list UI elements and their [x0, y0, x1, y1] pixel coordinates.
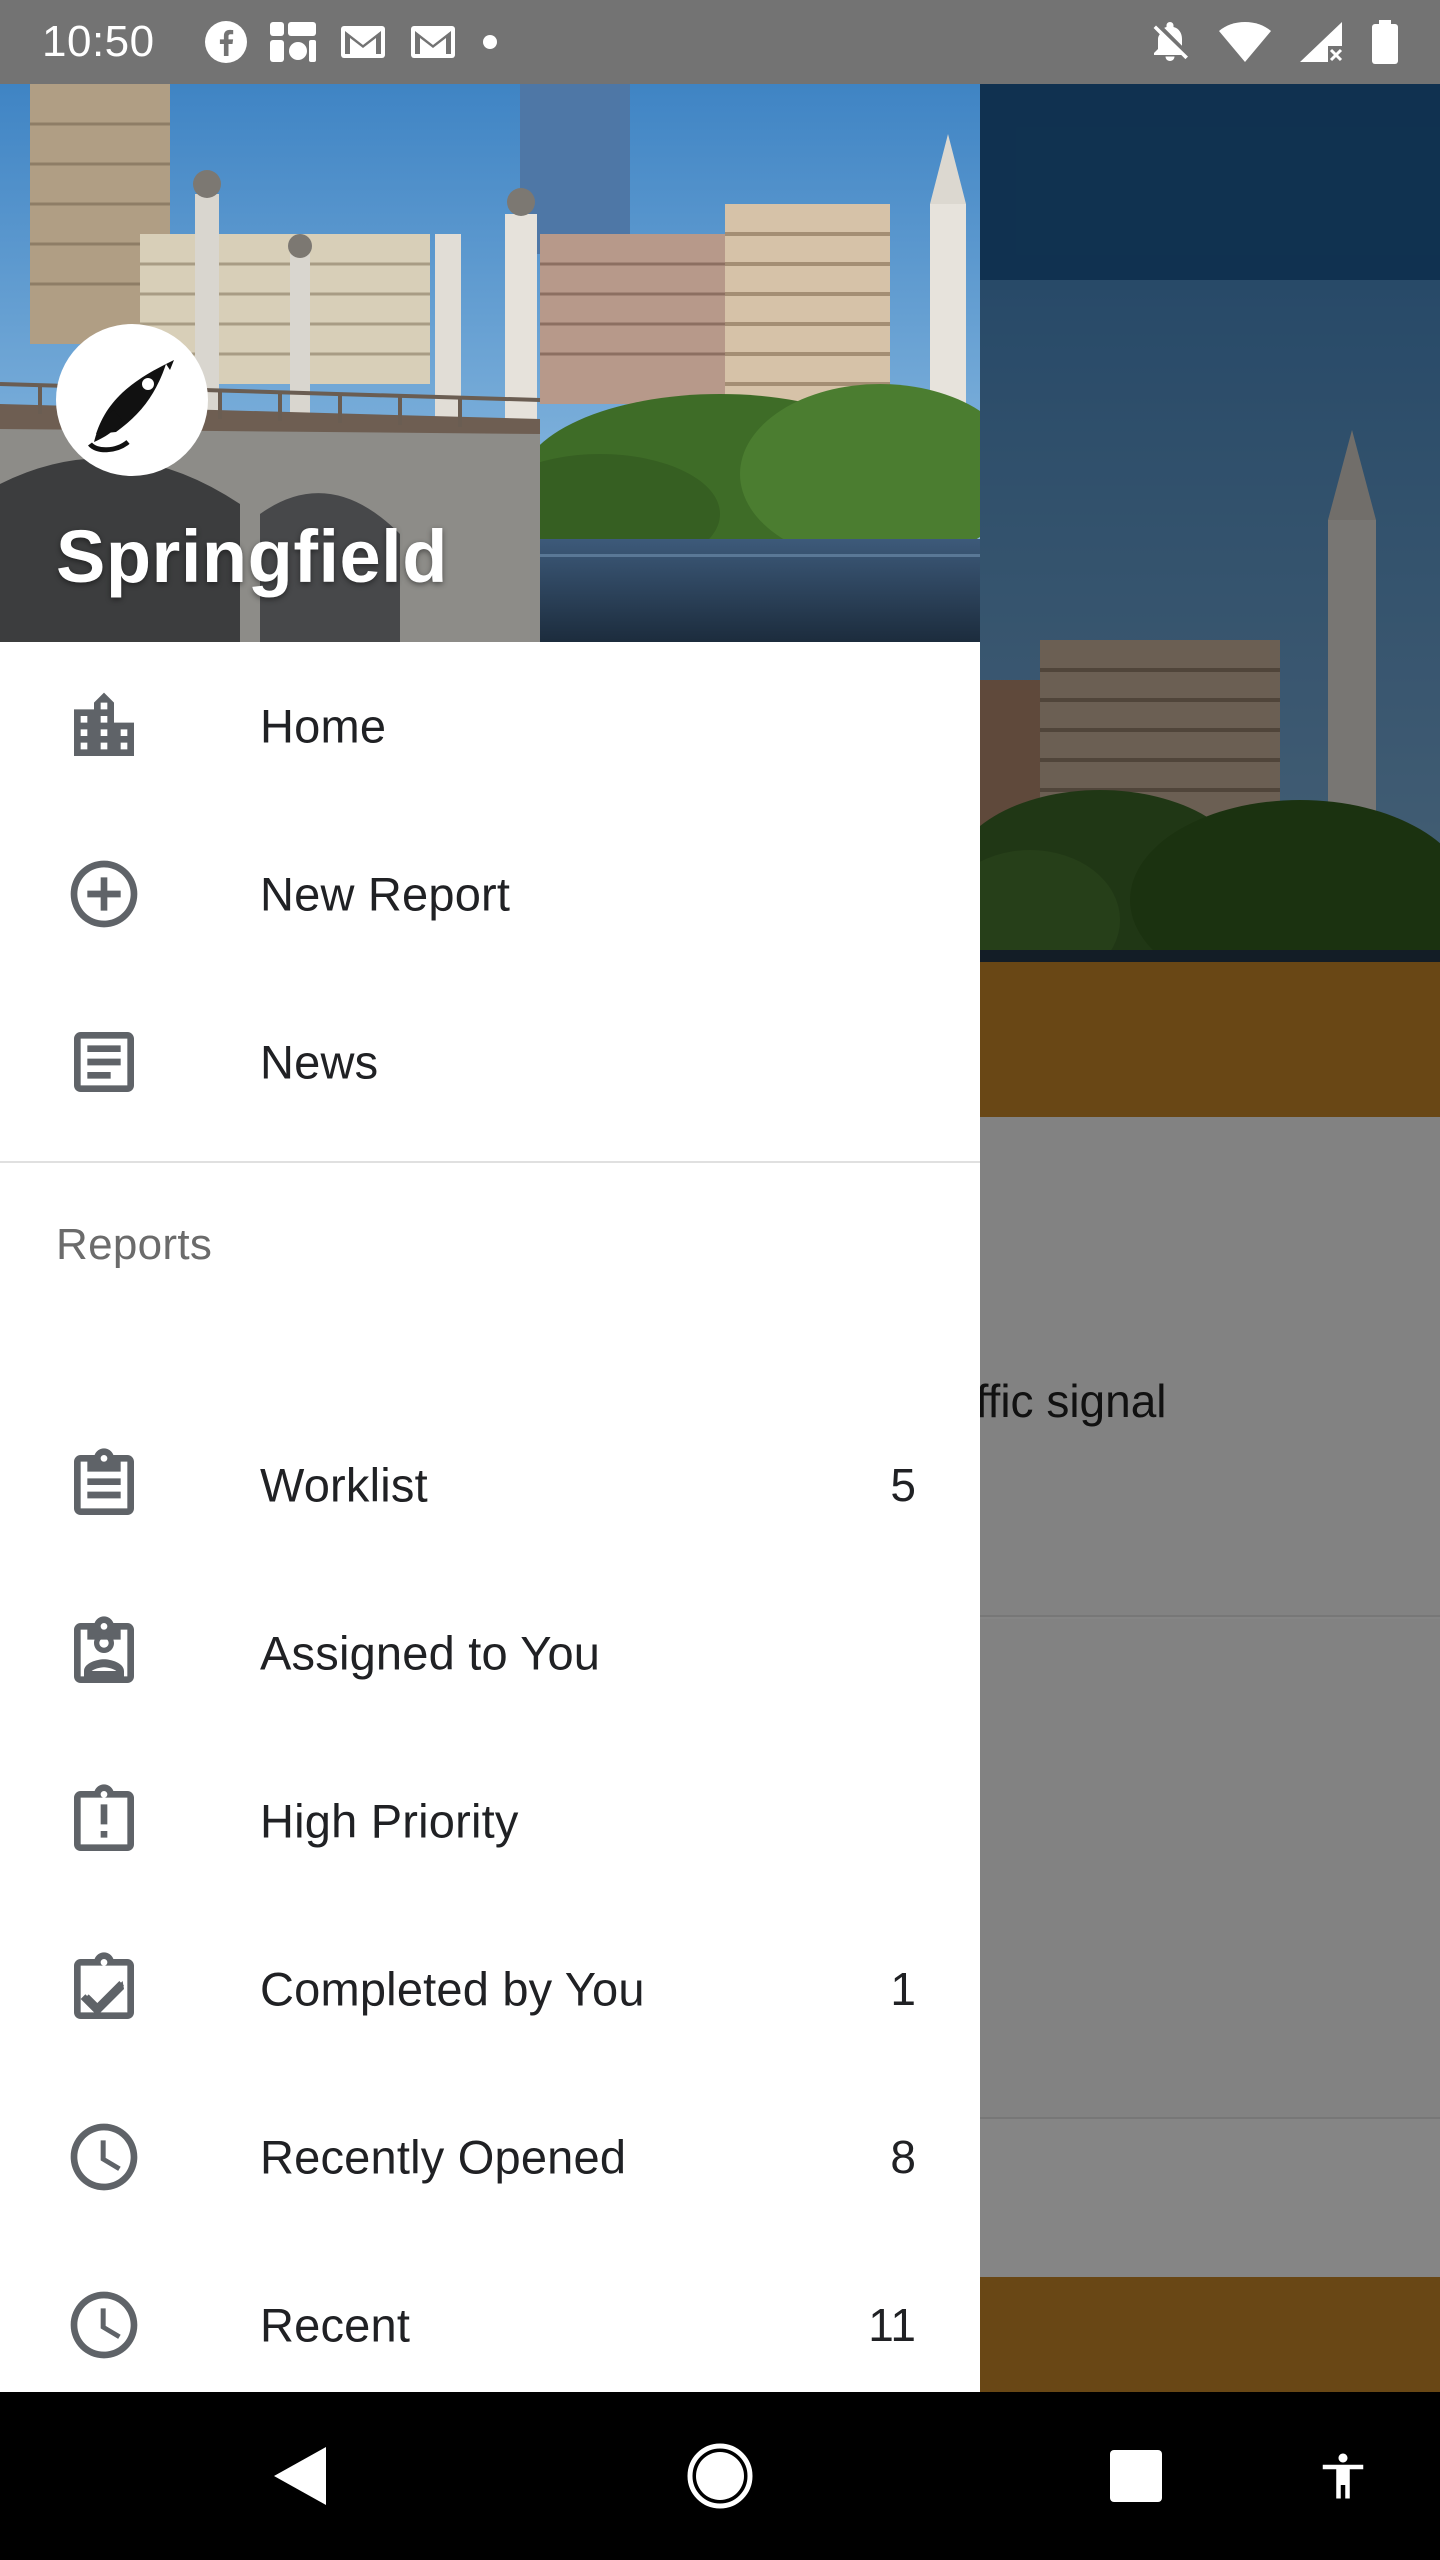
clipboard-list-icon — [74, 1448, 134, 1515]
drawer-item-worklist[interactable]: Worklist 5 — [0, 1401, 980, 1569]
drawer-item-home[interactable]: Home — [0, 642, 980, 810]
system-navigation-bar — [0, 2392, 1440, 2560]
status-notification-icons — [204, 20, 502, 64]
gmail-icon — [411, 26, 455, 58]
drawer-section-heading: Reports — [56, 1220, 213, 1269]
battery-icon — [1372, 20, 1398, 64]
city-icon — [74, 692, 134, 756]
back-icon[interactable] — [270, 2443, 332, 2509]
status-time: 10:50 — [42, 17, 155, 66]
app-logo — [56, 324, 208, 476]
drawer-item-high-priority[interactable]: High Priority — [0, 1737, 980, 1905]
drawer-item-count: 8 — [890, 2131, 916, 2183]
recents-icon[interactable] — [1108, 2448, 1164, 2504]
drawer-divider — [0, 1161, 980, 1163]
drawer-item-label: Home — [260, 699, 387, 753]
navigation-drawer: Springfield Home New Report News Reports… — [0, 84, 980, 2392]
clipboard-alert-icon — [74, 1784, 134, 1851]
drawer-item-count: 11 — [868, 2299, 916, 2351]
notifications-off-icon — [1153, 22, 1188, 61]
drawer-item-news[interactable]: News — [0, 978, 980, 1146]
accessibility-icon[interactable] — [1316, 2443, 1370, 2509]
gmail-icon — [341, 26, 385, 58]
clipboard-check-icon — [74, 1952, 134, 2019]
clock-icon — [70, 2291, 138, 2359]
drawer-item-label: Worklist — [260, 1458, 428, 1512]
drawer-header-title: Springfield — [56, 515, 448, 598]
clock-icon — [70, 2123, 138, 2191]
drawer-item-recent[interactable]: Recent 11 — [0, 2241, 980, 2392]
article-icon — [74, 1032, 134, 1092]
dot-icon — [483, 35, 497, 49]
drawer-item-label: News — [260, 1035, 379, 1089]
drawer-item-label: High Priority — [260, 1794, 519, 1848]
drawer-item-new-report[interactable]: New Report — [0, 810, 980, 978]
facebook-icon — [205, 21, 247, 63]
status-bar: 10:50 — [0, 0, 1440, 84]
clipboard-person-icon — [74, 1616, 134, 1683]
signal-icon — [1300, 22, 1343, 62]
drawer-item-completed-by-you[interactable]: Completed by You 1 — [0, 1905, 980, 2073]
drawer-item-label: Recent — [260, 2298, 411, 2352]
drawer-header: Springfield — [0, 84, 980, 642]
feed-icon — [270, 22, 316, 62]
drawer-item-assigned-to-you[interactable]: Assigned to You — [0, 1569, 980, 1737]
drawer-item-label: Completed by You — [260, 1962, 645, 2016]
wifi-icon — [1219, 22, 1271, 62]
drawer-item-count: 1 — [890, 1963, 916, 2015]
drawer-item-label: Recently Opened — [260, 2130, 627, 2184]
status-system-icons — [1148, 18, 1400, 66]
drawer-item-label: Assigned to You — [260, 1626, 601, 1680]
rocket-logo-icon — [88, 360, 174, 453]
drawer-item-count: 5 — [890, 1459, 916, 1511]
home-icon[interactable] — [686, 2442, 754, 2510]
drawer-item-label: New Report — [260, 867, 511, 921]
drawer-item-recently-opened[interactable]: Recently Opened 8 — [0, 2073, 980, 2241]
add-circle-icon — [70, 860, 138, 928]
